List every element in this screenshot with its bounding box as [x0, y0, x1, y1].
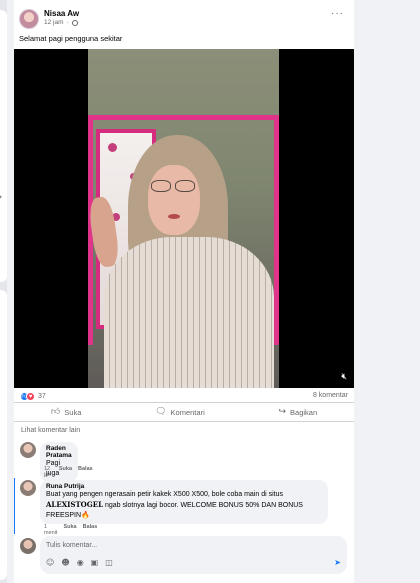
comment-reply-link[interactable]: Balas	[83, 524, 98, 536]
commenter-avatar[interactable]	[20, 442, 36, 458]
reaction-summary[interactable]: 👍︎ ♥ 37	[20, 392, 46, 401]
thumbs-up-icon: 👍︎	[50, 407, 61, 417]
comment-button[interactable]: 🗨︎ Komentari	[155, 407, 205, 417]
view-more-comments[interactable]: Lihat komentar lain	[21, 427, 80, 434]
love-reaction-icon: ♥	[26, 392, 35, 401]
page-background	[354, 0, 420, 583]
post-time[interactable]: 12 jam	[44, 19, 64, 26]
camera-icon[interactable]: ◉	[77, 558, 84, 567]
like-button[interactable]: 👍︎ Suka	[51, 407, 82, 417]
striped-top	[104, 237, 274, 388]
volume-muted-icon[interactable]: 🔇︎	[341, 372, 347, 382]
chevron-right-icon[interactable]: ›	[0, 190, 2, 203]
share-button[interactable]: ↪ Bagikan	[278, 407, 317, 417]
comment-like-link[interactable]: Suka	[63, 524, 76, 536]
commenter-name[interactable]: Runa Putrija	[46, 483, 322, 490]
video-frame	[88, 49, 279, 388]
post-video[interactable]: 🔇︎	[14, 49, 354, 388]
post-caption: Selamat pagi pengguna sekitar	[19, 34, 123, 43]
person-face	[148, 165, 200, 235]
globe-icon	[71, 19, 78, 26]
comment-icon: 🗨︎	[155, 407, 167, 417]
author-name[interactable]: Nisaa Aw	[44, 9, 79, 18]
left-card-edge	[0, 10, 7, 282]
comment-time[interactable]: 1 menit	[44, 524, 57, 536]
glasses	[149, 180, 199, 192]
sticker-icon[interactable]: ◫	[105, 558, 113, 567]
comment-composer: Tulis komentar... ☺ ☻ ◉ ▣ ◫ ➤	[20, 536, 352, 576]
share-icon: ↪	[278, 407, 287, 417]
comment-like-link[interactable]: Suka	[59, 466, 72, 478]
feed-post: Nisaa Aw 12 jam · ··· Selamat pagi pengg…	[14, 0, 354, 583]
avatar-sticker-icon[interactable]: ☺	[46, 558, 54, 567]
comment-label: Komentari	[170, 407, 205, 417]
author-avatar[interactable]	[19, 9, 39, 29]
left-card-edge	[0, 290, 7, 580]
site-name: ALEXISTOGEL	[46, 500, 103, 509]
post-actions: 👍︎ Suka 🗨︎ Komentari ↪ Bagikan	[14, 402, 354, 422]
composer-icons: ☺ ☻ ◉ ▣ ◫	[46, 558, 113, 567]
comment-input[interactable]: Tulis komentar... ☺ ☻ ◉ ▣ ◫ ➤	[40, 536, 347, 574]
emoji-icon[interactable]: ☻	[61, 558, 69, 567]
commenter-name[interactable]: Raden Pratama	[46, 445, 72, 459]
gif-icon[interactable]: ▣	[91, 558, 99, 567]
lips	[168, 214, 180, 219]
post-header: Nisaa Aw 12 jam · ··· Selamat pagi pengg…	[14, 0, 354, 48]
comment-placeholder: Tulis komentar...	[46, 542, 98, 549]
reply-thread-line	[14, 478, 15, 534]
comment-actions: 1 menit Suka Balas	[44, 524, 97, 536]
reaction-count: 37	[38, 393, 46, 400]
comments-count[interactable]: 8 komentar	[313, 392, 348, 399]
send-icon[interactable]: ➤	[334, 558, 341, 567]
post-meta: 12 jam ·	[44, 19, 78, 26]
comment-reply-link[interactable]: Balas	[78, 466, 93, 478]
current-user-avatar	[20, 538, 36, 554]
comment-actions: 12 jam Suka Balas	[44, 466, 93, 478]
share-label: Bagikan	[290, 407, 318, 417]
fire-emoji: 🔥	[81, 512, 90, 519]
comment-time[interactable]: 12 jam	[44, 466, 53, 478]
comment-bubble: Runa Putrija Buat yang pengen ngerasain …	[40, 480, 328, 524]
more-options-icon[interactable]: ···	[331, 8, 344, 19]
like-label: Suka	[64, 407, 82, 417]
comment-text: Buat yang pengen ngerasain petir kakek X…	[46, 491, 303, 519]
commenter-avatar[interactable]	[20, 480, 36, 496]
